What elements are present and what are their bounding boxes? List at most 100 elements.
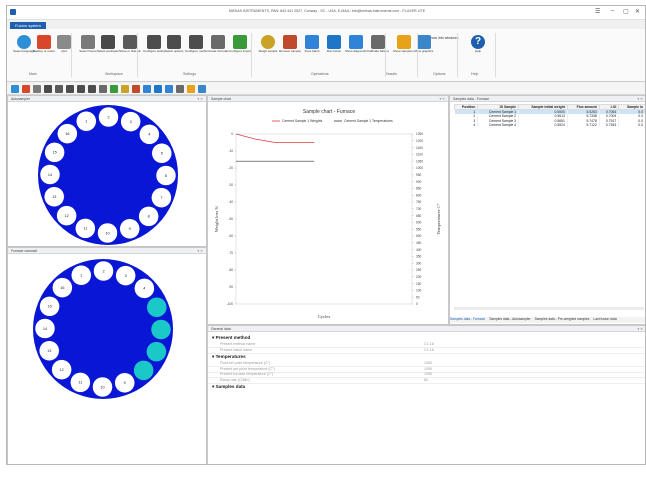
autosampler-position[interactable]: 9 <box>119 218 140 240</box>
help-button[interactable]: ? Help <box>467 35 489 65</box>
y2-tick-label: 1100 <box>416 153 423 157</box>
autosampler-position[interactable]: 3 <box>120 111 141 132</box>
ribbon-button-label: Help <box>474 50 482 53</box>
panel-close-icon[interactable]: ▾ ✕ <box>638 96 644 102</box>
formula-button[interactable]: Create formulas <box>207 35 229 65</box>
carousel-position[interactable] <box>133 360 154 381</box>
quick-weigh-icon[interactable] <box>121 85 129 93</box>
diagnostics-button[interactable]: Show diagnostics <box>345 35 367 65</box>
carousel-position[interactable]: 9 <box>114 372 135 394</box>
autosampler-position[interactable]: 12 <box>56 205 77 226</box>
quick-remove-icon[interactable] <box>132 85 140 93</box>
autosampler-position[interactable]: 10 <box>97 222 118 244</box>
general-section-header[interactable]: ▾ Present method <box>212 335 250 341</box>
ribbon-group-label: Settings <box>183 72 196 76</box>
y2-tick-label: 50 <box>416 295 420 299</box>
bottom-tab[interactable]: Samples data - Furnace <box>450 317 485 321</box>
carousel-position[interactable]: 11 <box>70 372 91 393</box>
bottom-tab[interactable]: Samples data - Pre-weighed samples <box>535 317 590 321</box>
autosampler-position-label: 6 <box>165 174 167 178</box>
quick-settings-icon[interactable] <box>66 85 74 93</box>
run-button[interactable]: Run fusion <box>323 35 345 65</box>
close-icon[interactable]: ✕ <box>635 8 640 15</box>
workspace-button[interactable]: Select workspace <box>97 35 119 65</box>
panel-close-icon[interactable]: ▾ ✕ <box>638 326 644 332</box>
general-section-header[interactable]: ▾ Temperatures <box>212 354 246 360</box>
carousel-position[interactable]: 3 <box>115 265 136 286</box>
y-tick-label: -100 <box>227 302 234 306</box>
weigh-button[interactable]: Weigh sample <box>257 35 279 65</box>
restore-icon[interactable]: ☰ <box>595 8 600 15</box>
carousel-position[interactable]: 12 <box>51 359 72 380</box>
carousel-position[interactable]: 10 <box>92 376 113 398</box>
autosampler-position[interactable]: 7 <box>151 187 172 208</box>
carousel-panel: Furnace carousel ▾ ✕ 1 2 3 4 9 10 11 12 13 14 15 16 <box>7 247 207 464</box>
quick-language-icon[interactable] <box>11 85 19 93</box>
import-export-button[interactable]: Configure imports / exports <box>229 35 251 65</box>
autosampler-position[interactable]: 16 <box>57 123 78 144</box>
theme-button[interactable]: Select theme <box>77 35 99 65</box>
quick-fuse-icon[interactable] <box>143 85 151 93</box>
carousel-position[interactable]: 14 <box>34 318 56 339</box>
bottom-tab[interactable]: Samples data - Autosampler <box>489 317 530 321</box>
maximize-icon[interactable]: ▢ <box>623 8 629 15</box>
quick-formula-icon[interactable] <box>99 85 107 93</box>
y2-tick-label: 950 <box>416 173 422 177</box>
ribbon-button-label: Show samples results <box>393 50 415 53</box>
carousel-position[interactable]: 4 <box>134 278 155 299</box>
quick-toolbar <box>7 83 645 95</box>
autosampler-position[interactable]: 4 <box>139 124 160 145</box>
carousel-position[interactable]: 16 <box>52 277 73 298</box>
table-cell: 4 <box>454 122 479 128</box>
results-button[interactable]: Show samples results <box>393 35 415 65</box>
carousel-position[interactable] <box>146 297 168 318</box>
y-tick-label: -60 <box>228 234 233 238</box>
autosampler-position[interactable]: 13 <box>43 186 65 207</box>
quick-graphics-icon[interactable] <box>198 85 206 93</box>
backup-button[interactable]: Backup or restore <box>33 35 55 65</box>
carousel-position[interactable] <box>146 341 167 362</box>
autosampler-position[interactable]: 15 <box>44 142 65 163</box>
method-button[interactable]: Configure method <box>185 35 207 65</box>
autosampler-position[interactable]: 2 <box>98 106 119 128</box>
autosampler-position[interactable]: 6 <box>155 165 177 186</box>
autosampler-position[interactable]: 14 <box>39 164 61 185</box>
autosampler-position[interactable]: 11 <box>75 218 96 239</box>
general-section-header[interactable]: ▾ Samples data <box>212 384 245 390</box>
minimize-icon[interactable]: – <box>611 8 614 14</box>
fuse-button[interactable]: Fuse batch <box>301 35 323 65</box>
quick-run-icon[interactable] <box>154 85 162 93</box>
quick-calibrate-icon[interactable] <box>176 85 184 93</box>
carousel-position[interactable]: 1 <box>71 264 92 286</box>
ribbon-group-label: Operations <box>311 72 329 76</box>
y2-tick-label: 100 <box>416 289 422 293</box>
table-row[interactable]: 4 Cement Sample 4 0.5524 5.7122 0.7543 0.0 <box>454 122 645 128</box>
horizontal-scrollbar[interactable] <box>454 307 644 310</box>
carousel-position[interactable] <box>150 319 172 340</box>
autosampler-position[interactable]: 8 <box>138 206 159 227</box>
quick-import-export-icon[interactable] <box>110 85 118 93</box>
globe-button[interactable]: Select language <box>13 35 35 65</box>
autosampler-position[interactable]: 5 <box>151 143 173 164</box>
quick-workspace-icon[interactable] <box>44 85 52 93</box>
quick-method-icon[interactable] <box>88 85 96 93</box>
globe-icon <box>17 35 31 49</box>
quick-results-icon[interactable] <box>187 85 195 93</box>
settings-button[interactable]: Configure settings <box>143 35 165 65</box>
remove-button[interactable]: Remove samples <box>279 35 301 65</box>
carousel-position[interactable]: 15 <box>39 296 60 317</box>
quick-backup-icon[interactable] <box>22 85 30 93</box>
autosampler-position[interactable]: 1 <box>76 110 97 132</box>
quick-options-icon[interactable] <box>77 85 85 93</box>
panel-close-icon[interactable]: ▾ ✕ <box>440 96 446 102</box>
ribbon-button-label: Configure settings <box>143 50 165 53</box>
carousel-position[interactable]: 2 <box>93 260 114 282</box>
ribbon-separator <box>457 33 458 77</box>
carousel-position[interactable]: 13 <box>38 340 60 361</box>
tab-fusion-system[interactable]: Fusion system <box>10 22 46 29</box>
options-button[interactable]: Select options <box>163 35 185 65</box>
quick-windows-icon[interactable] <box>55 85 63 93</box>
quick-diagnostics-icon[interactable] <box>165 85 173 93</box>
bottom-tab[interactable]: Last fusion data <box>593 317 616 321</box>
quick-theme-icon[interactable] <box>33 85 41 93</box>
